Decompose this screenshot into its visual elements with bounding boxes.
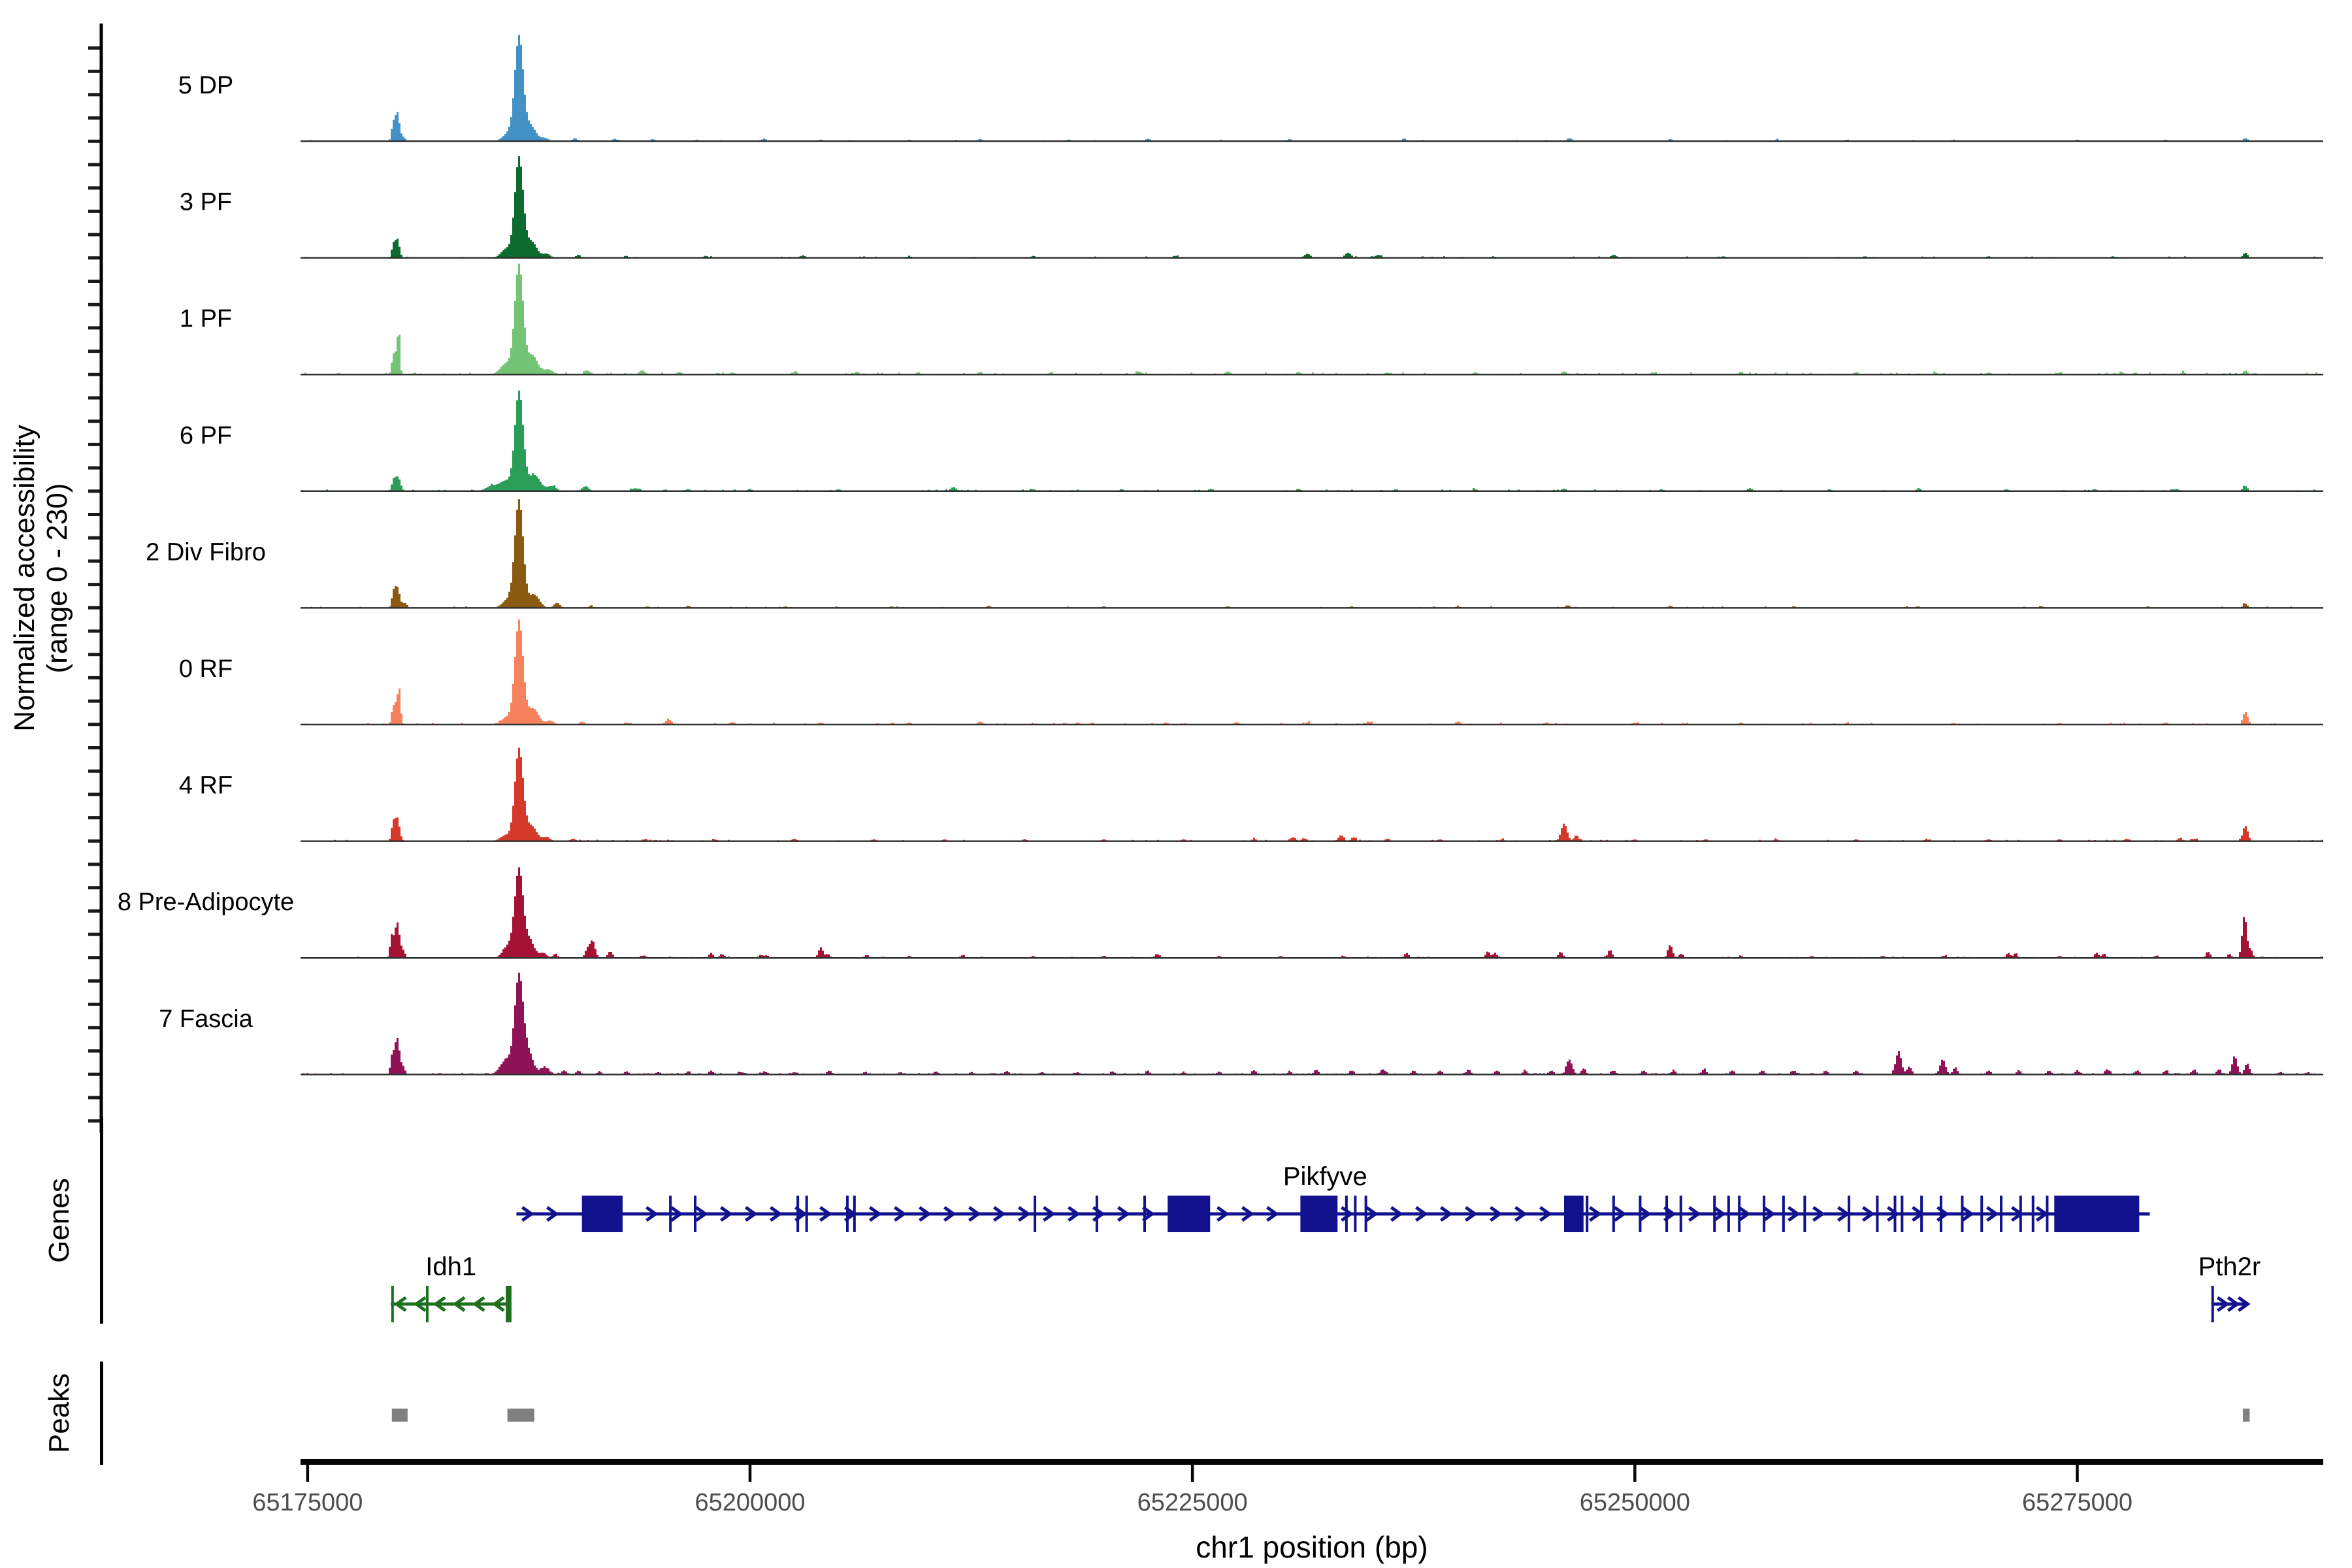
- exon-tick: [853, 1196, 856, 1232]
- exon-tick: [1143, 1196, 1146, 1232]
- exon-tick: [846, 1196, 849, 1232]
- exon-block: [582, 1196, 623, 1232]
- exon-tick: [694, 1196, 696, 1232]
- exon-tick: [1803, 1196, 1806, 1232]
- exon-block: [1168, 1196, 1210, 1232]
- track-label: 8 Pre-Adipocyte: [118, 889, 294, 916]
- y-axis: [88, 24, 103, 1133]
- signal-area-6: [301, 619, 2323, 725]
- exon-tick: [1665, 1196, 1668, 1232]
- exon-tick: [1680, 1196, 1682, 1232]
- exon-tick: [1365, 1196, 1367, 1232]
- y-axis-line: [100, 24, 103, 1133]
- exon-tick: [1980, 1196, 1983, 1232]
- peak-call: [2243, 1409, 2249, 1422]
- exon-tick: [1961, 1196, 1963, 1232]
- track-label: 4 RF: [179, 772, 233, 800]
- signal-area-9: [301, 973, 2323, 1075]
- exon-tick: [1727, 1196, 1730, 1232]
- signal-area-5: [301, 499, 2323, 608]
- signal-tracks: 5 DP 3 PF 1 PF 6 PF 2 Div Fibro 0 RF 4 RF 8 Pre…: [118, 35, 2323, 1075]
- exon-tick: [2046, 1196, 2048, 1232]
- signal-area-1: [301, 35, 2323, 141]
- track-label: 1 PF: [180, 305, 232, 333]
- genes-section-label: Genes: [43, 1178, 75, 1263]
- exon-block: [506, 1286, 512, 1322]
- track-label: 2 Div Fibro: [146, 538, 266, 566]
- coverage-plot-figure: 5 DP 3 PF 1 PF 6 PF 2 Div Fibro 0 RF 4 RF 8 Pre…: [0, 0, 2352, 1568]
- exon-tick: [1354, 1196, 1356, 1232]
- gene-label: Idh1: [425, 1252, 476, 1281]
- peak-call: [508, 1409, 534, 1422]
- genes-section-bracket: [100, 1117, 103, 1324]
- peaks-track: [392, 1409, 2250, 1422]
- exon-tick: [1940, 1196, 1942, 1232]
- exon-tick: [2212, 1286, 2214, 1322]
- exon-tick: [1034, 1196, 1036, 1232]
- signal-area-3: [301, 264, 2323, 375]
- gene-pth2r: Pth2r: [2198, 1252, 2261, 1322]
- x-axis-tick-label: 65225000: [1137, 1489, 1248, 1516]
- exon-tick: [1876, 1196, 1878, 1232]
- exon-tick: [1639, 1196, 1641, 1232]
- plot-canvas: 5 DP 3 PF 1 PF 6 PF 2 Div Fibro 0 RF 4 RF 8 Pre…: [0, 0, 2352, 1568]
- exon-tick: [391, 1286, 394, 1322]
- exon-tick: [2019, 1196, 2022, 1232]
- track-label: 7 Fascia: [159, 1005, 253, 1033]
- x-axis-title: chr1 position (bp): [1196, 1530, 1428, 1564]
- gene-label: Pth2r: [2198, 1252, 2261, 1281]
- x-axis-tick-label: 65200000: [694, 1489, 805, 1516]
- gene-label: Pikfyve: [1283, 1162, 1367, 1191]
- x-axis-tick-label: 65250000: [1580, 1489, 1690, 1516]
- exon-tick: [1096, 1196, 1098, 1232]
- exon-tick: [1782, 1196, 1785, 1232]
- gene-pikfyve: Pikfyve: [516, 1162, 2149, 1232]
- signal-area-2: [301, 156, 2323, 258]
- exon-tick: [1763, 1196, 1765, 1232]
- track-label: 5 DP: [178, 72, 233, 99]
- track-label: 0 RF: [179, 655, 233, 683]
- peak-call: [392, 1409, 408, 1422]
- signal-area-8: [301, 868, 2323, 958]
- x-axis: 65175000 65200000 65225000 65250000 65275000: [252, 1459, 2323, 1516]
- exon-block: [1300, 1196, 1337, 1232]
- exon-tick: [1713, 1196, 1716, 1232]
- gene-idh1: Idh1: [391, 1252, 512, 1322]
- exon-tick: [2000, 1196, 2002, 1232]
- exon-tick: [1848, 1196, 1850, 1232]
- x-axis-tick-label: 65175000: [252, 1489, 363, 1516]
- exon-tick: [669, 1196, 672, 1232]
- signal-area-4: [301, 391, 2323, 491]
- genes-track: Pikfyve Idh1 Pth2r: [391, 1162, 2261, 1322]
- exon-tick: [806, 1196, 808, 1232]
- exon-tick: [426, 1286, 429, 1322]
- exon-tick: [796, 1196, 799, 1232]
- track-label: 3 PF: [180, 189, 232, 216]
- exon-block: [1564, 1196, 1584, 1232]
- exon-tick: [2032, 1196, 2034, 1232]
- exon-tick: [1345, 1196, 1348, 1232]
- y-axis-label-line2: (range 0 - 230): [41, 483, 73, 673]
- peaks-section-label: Peaks: [43, 1373, 75, 1453]
- exon-block: [2054, 1196, 2139, 1232]
- peaks-section-bracket: [100, 1362, 103, 1465]
- track-label: 6 PF: [180, 422, 232, 449]
- x-axis-line: [301, 1459, 2323, 1465]
- exon-tick: [1612, 1196, 1615, 1232]
- exon-tick: [1894, 1196, 1897, 1232]
- signal-area-7: [301, 748, 2323, 841]
- exon-tick: [1738, 1196, 1740, 1232]
- exon-tick: [1586, 1196, 1588, 1232]
- exon-tick: [1920, 1196, 1923, 1232]
- x-axis-tick-label: 65275000: [2022, 1489, 2132, 1516]
- exon-tick: [1901, 1196, 1903, 1232]
- y-axis-label-line1: Normalized accessibility: [8, 425, 41, 731]
